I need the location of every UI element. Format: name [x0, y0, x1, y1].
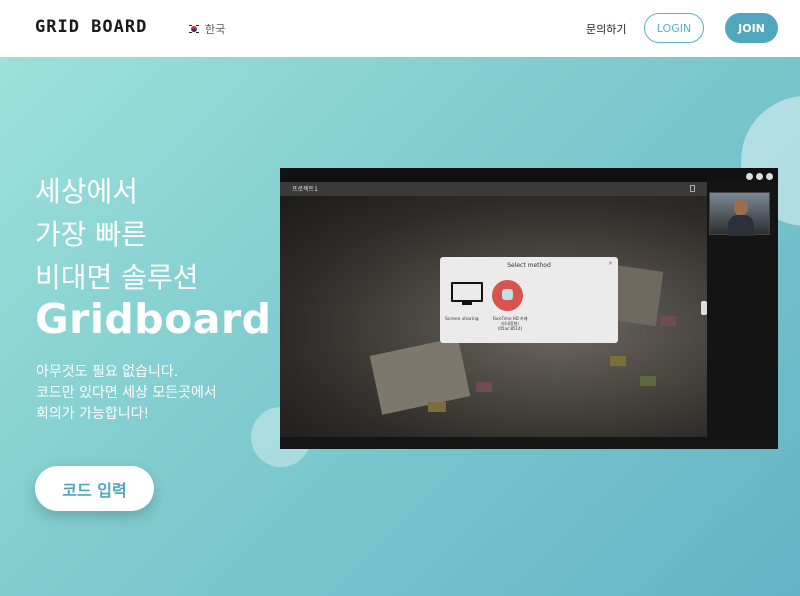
select-method-modal: Select method × Screen sharing FaceTime … — [440, 257, 618, 343]
site-header: GRID BOARD 한국 문의하기 LOGIN JOIN — [0, 0, 800, 57]
headline-line: 비대면 솔루션 — [35, 261, 199, 294]
sticky-note — [428, 402, 446, 412]
participant-body — [728, 215, 754, 236]
participant-face — [734, 199, 748, 216]
camera-option-icon — [492, 280, 523, 311]
logo[interactable]: GRID BOARD — [35, 17, 147, 37]
app-preview-screenshot: 프로젝트1 Select method × Screen sharing Fac… — [280, 168, 778, 449]
sticky-note — [660, 316, 676, 326]
desk-paper — [369, 337, 471, 415]
login-button[interactable]: LOGIN — [644, 13, 704, 43]
preview-top-bar — [280, 168, 778, 182]
modal-title: Select method — [507, 262, 551, 269]
description-line: 아무것도 필요 없습니다. — [36, 364, 179, 380]
description-line: 회의가 가능합니다! — [36, 406, 150, 422]
join-button[interactable]: JOIN — [725, 13, 778, 43]
preview-title-bar: 프로젝트1 — [280, 182, 707, 196]
camera-option-label: FaceTime HD 카메 라(내장형) (05ac:8514) — [490, 316, 530, 331]
hero-description: 아무것도 필요 없습니다. 코드만 있다면 세상 모든곳에서 회의가 가능합니다… — [36, 362, 217, 425]
preview-bottom-bar — [280, 437, 778, 449]
monitor-icon — [451, 282, 483, 306]
screen-sharing-label: Screen sharing — [445, 317, 479, 322]
sticky-note — [610, 356, 626, 366]
headline-line: 세상에서 — [35, 175, 139, 208]
contact-link[interactable]: 문의하기 — [586, 21, 626, 37]
trash-icon — [690, 185, 695, 192]
headline-line: 가장 빠른 — [35, 218, 147, 251]
sticky-note — [476, 382, 492, 392]
close-icon: × — [607, 260, 613, 267]
panel-toggle-handle — [701, 301, 707, 315]
enter-code-button[interactable]: 코드 입력 — [35, 466, 154, 511]
hero-section: 세상에서 가장 빠른 비대면 솔루션 Gridboard 아무것도 필요 없습니… — [0, 57, 800, 596]
sticky-note — [640, 376, 656, 386]
korea-flag-icon — [189, 24, 199, 34]
hero-headline: 세상에서 가장 빠른 비대면 솔루션 — [35, 170, 198, 299]
camera-label-line: (05ac:8514) — [497, 326, 523, 331]
participant-video — [709, 192, 770, 236]
language-label: 한국 — [205, 23, 226, 36]
brand-title: Gridboard — [35, 295, 272, 343]
description-line: 코드만 있다면 세상 모든곳에서 — [36, 385, 217, 401]
preview-control-icons — [746, 173, 773, 180]
language-selector[interactable]: 한국 — [189, 21, 225, 37]
preview-project-title: 프로젝트1 — [292, 186, 318, 193]
